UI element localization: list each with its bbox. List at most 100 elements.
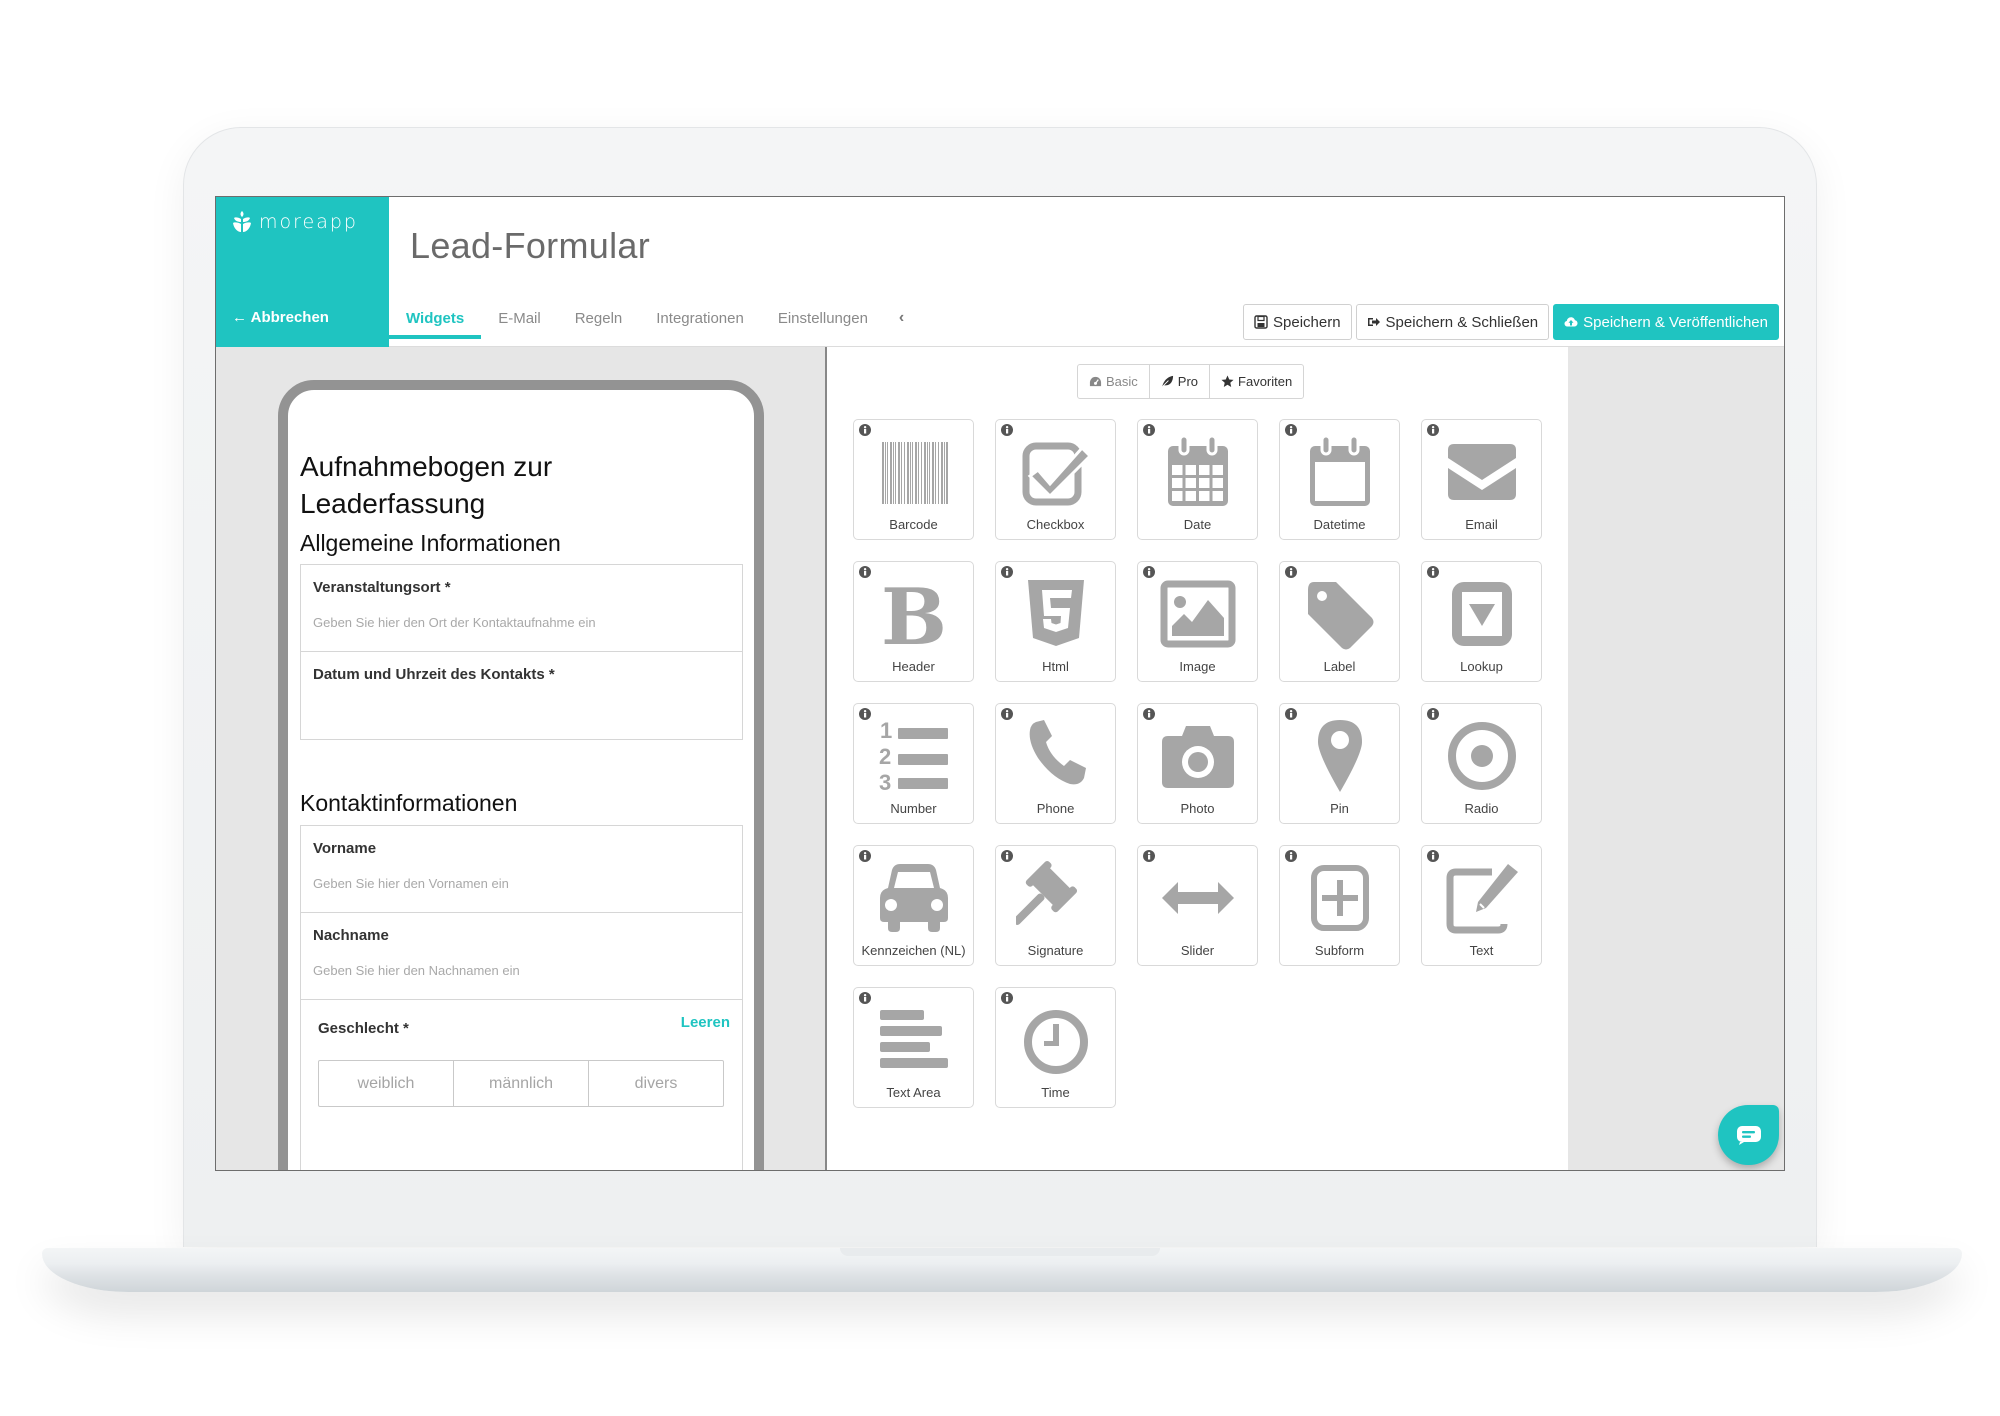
tab-bar: Widgets E-Mail Regeln Integrationen Eins… xyxy=(389,300,918,347)
field-placeholder: Geben Sie hier den Ort der Kontaktaufnah… xyxy=(313,615,596,630)
widget-card-email[interactable]: Email xyxy=(1421,419,1542,540)
dashboard-icon xyxy=(1089,376,1102,387)
form-title: Lead-Formular xyxy=(410,225,650,266)
widget-label: Label xyxy=(1323,659,1356,674)
widget-label: Pin xyxy=(1330,801,1349,816)
info-icon[interactable] xyxy=(859,992,871,1004)
widget-card-html[interactable]: Html xyxy=(995,561,1116,682)
option-weiblich[interactable]: weiblich xyxy=(319,1061,454,1106)
info-icon[interactable] xyxy=(859,850,871,862)
info-icon[interactable] xyxy=(1285,566,1297,578)
widget-card-radio[interactable]: Radio xyxy=(1421,703,1542,824)
tab-email[interactable]: E-Mail xyxy=(481,300,558,339)
save-publish-button[interactable]: Speichern & Veröffentlichen xyxy=(1553,304,1779,340)
widget-card-lookup[interactable]: Lookup xyxy=(1421,561,1542,682)
widget-card-pin[interactable]: Pin xyxy=(1279,703,1400,824)
sign-out-icon xyxy=(1367,318,1380,326)
svg-text:1: 1 xyxy=(880,718,892,743)
logo: moreapp xyxy=(233,211,358,233)
chat-button[interactable] xyxy=(1718,1105,1779,1165)
tab-widgets[interactable]: Widgets xyxy=(389,300,482,339)
field-label: Veranstaltungsort * xyxy=(313,579,451,596)
info-icon[interactable] xyxy=(1285,708,1297,720)
section-fields-allgemeine: Veranstaltungsort * Geben Sie hier den O… xyxy=(300,564,743,740)
option-divers[interactable]: divers xyxy=(589,1061,723,1106)
widget-card-number[interactable]: 1 2 3 Number xyxy=(853,703,974,824)
widget-card-phone[interactable]: Phone xyxy=(995,703,1116,824)
info-icon[interactable] xyxy=(859,566,871,578)
widget-card-checkbox[interactable]: Checkbox xyxy=(995,419,1116,540)
widget-card-text-area[interactable]: Text Area xyxy=(853,987,974,1108)
info-icon[interactable] xyxy=(1001,424,1013,436)
widget-label: Date xyxy=(1183,517,1212,532)
camera-icon xyxy=(1161,726,1234,788)
info-icon[interactable] xyxy=(1427,708,1439,720)
widget-card-barcode[interactable]: Barcode xyxy=(853,419,974,540)
chevron-left-icon[interactable]: ‹ xyxy=(885,300,918,336)
checkbox-icon xyxy=(1022,442,1092,506)
widget-card-subform[interactable]: Subform xyxy=(1279,845,1400,966)
widget-card-datetime[interactable]: Datetime xyxy=(1279,419,1400,540)
info-icon[interactable] xyxy=(1285,850,1297,862)
tab-einstellungen[interactable]: Einstellungen xyxy=(761,300,885,339)
field-datum-uhrzeit[interactable]: Datum und Uhrzeit des Kontakts * xyxy=(301,652,742,739)
field-label: Geschlecht * xyxy=(318,1020,409,1037)
info-icon[interactable] xyxy=(1427,850,1439,862)
info-icon[interactable] xyxy=(1143,424,1155,436)
widget-card-signature[interactable]: Signature xyxy=(995,845,1116,966)
info-icon[interactable] xyxy=(1143,566,1155,578)
widget-label: Radio xyxy=(1464,801,1499,816)
widget-card-text[interactable]: Text xyxy=(1421,845,1542,966)
option-maennlich[interactable]: männlich xyxy=(454,1061,589,1106)
widget-card-photo[interactable]: Photo xyxy=(1137,703,1258,824)
widget-label: Email xyxy=(1465,517,1498,532)
bold-icon: B xyxy=(881,574,947,654)
info-icon[interactable] xyxy=(1143,708,1155,720)
section-fields-kontakt: Vorname Geben Sie hier den Vornamen ein … xyxy=(300,825,743,1170)
star-icon xyxy=(1221,375,1234,387)
svg-text:2: 2 xyxy=(879,744,891,769)
info-icon[interactable] xyxy=(859,708,871,720)
info-icon[interactable] xyxy=(1427,424,1439,436)
widget-card-slider[interactable]: Slider xyxy=(1137,845,1258,966)
field-nachname[interactable]: Nachname Geben Sie hier den Nachnamen ei… xyxy=(301,913,742,1000)
tab-integrationen[interactable]: Integrationen xyxy=(639,300,761,339)
widget-card-image[interactable]: Image xyxy=(1137,561,1258,682)
top-bar: Lead-Formular Widgets E-Mail Regeln Inte… xyxy=(389,197,1784,347)
edit-icon xyxy=(1446,864,1518,934)
info-icon[interactable] xyxy=(859,424,871,436)
widget-card-date[interactable]: Date xyxy=(1137,419,1258,540)
info-icon[interactable] xyxy=(1427,566,1439,578)
section-heading-kontakt: Kontaktinformationen xyxy=(300,790,518,816)
widget-label: Image xyxy=(1179,659,1216,674)
clear-link[interactable]: Leeren xyxy=(681,1014,730,1031)
save-close-button[interactable]: Speichern & Schließen xyxy=(1355,304,1550,340)
save-button[interactable]: Speichern xyxy=(1243,304,1352,340)
widget-card-label[interactable]: Label xyxy=(1279,561,1400,682)
tab-regeln[interactable]: Regeln xyxy=(558,300,640,339)
save-close-label: Speichern & Schließen xyxy=(1385,313,1539,331)
filter-basic[interactable]: Basic xyxy=(1078,365,1150,398)
widget-card-kennzeichen-nl[interactable]: Kennzeichen (NL) xyxy=(853,845,974,966)
field-geschlecht: Geschlecht * Leeren weiblich männlich di… xyxy=(301,1000,742,1160)
cancel-link[interactable]: ← Abbrechen xyxy=(232,309,329,326)
filter-favoriten[interactable]: Favoriten xyxy=(1210,365,1303,398)
info-icon[interactable] xyxy=(1001,850,1013,862)
widget-label: Html xyxy=(1042,659,1069,674)
widget-card-header[interactable]: B Header xyxy=(853,561,974,682)
info-icon[interactable] xyxy=(1143,850,1155,862)
section-heading-allgemeine: Allgemeine Informationen xyxy=(300,530,561,556)
info-icon[interactable] xyxy=(1001,708,1013,720)
info-icon[interactable] xyxy=(1001,992,1013,1004)
widget-label: Checkbox xyxy=(1026,517,1085,532)
svg-text:3: 3 xyxy=(879,770,891,795)
field-vorname[interactable]: Vorname Geben Sie hier den Vornamen ein xyxy=(301,826,742,913)
widget-label: Subform xyxy=(1314,943,1365,958)
widget-label: Text Area xyxy=(886,1085,941,1100)
field-veranstaltungsort[interactable]: Veranstaltungsort * Geben Sie hier den O… xyxy=(301,565,742,652)
info-icon[interactable] xyxy=(1285,424,1297,436)
info-icon[interactable] xyxy=(1001,566,1013,578)
widget-card-time[interactable]: Time xyxy=(995,987,1116,1108)
filter-pro[interactable]: Pro xyxy=(1150,365,1211,398)
widgets-panel: Basic Pro Favoriten Barcode Checkbox Date D… xyxy=(825,347,1568,1170)
